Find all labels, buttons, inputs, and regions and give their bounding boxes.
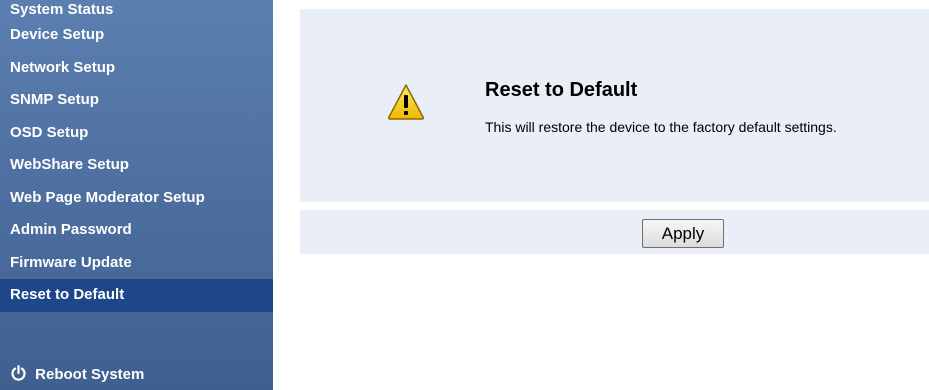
- sidebar-item-label: Firmware Update: [10, 253, 132, 271]
- sidebar-item-webshare-setup[interactable]: WebShare Setup: [0, 149, 273, 182]
- warning-icon: [386, 82, 426, 122]
- reboot-label: Reboot System: [35, 366, 145, 383]
- sidebar-item-device-setup[interactable]: Device Setup: [0, 19, 273, 52]
- page-title: Reset to Default: [485, 79, 638, 101]
- reboot-system-link[interactable]: Reboot System: [10, 362, 144, 388]
- sidebar: System Status Device Setup Network Setup…: [0, 0, 273, 390]
- sidebar-item-firmware-update[interactable]: Firmware Update: [0, 247, 273, 280]
- apply-button[interactable]: Apply: [642, 219, 724, 248]
- sidebar-item-snmp-setup[interactable]: SNMP Setup: [0, 84, 273, 117]
- sidebar-item-label: OSD Setup: [10, 123, 89, 141]
- reset-description: This will restore the device to the fact…: [485, 119, 837, 135]
- sidebar-item-reset-to-default[interactable]: Reset to Default: [0, 279, 273, 312]
- sidebar-item-network-setup[interactable]: Network Setup: [0, 52, 273, 85]
- sidebar-item-label: Web Page Moderator Setup: [10, 188, 205, 206]
- sidebar-item-osd-setup[interactable]: OSD Setup: [0, 117, 273, 150]
- sidebar-item-label: SNMP Setup: [10, 91, 99, 108]
- power-icon: [10, 365, 27, 382]
- sidebar-item-web-page-moderator-setup[interactable]: Web Page Moderator Setup: [0, 182, 273, 215]
- apply-bar: Apply: [300, 210, 929, 254]
- sidebar-nav: System Status Device Setup Network Setup…: [0, 0, 273, 312]
- sidebar-item-label: WebShare Setup: [10, 156, 129, 173]
- sidebar-item-label: Network Setup: [10, 58, 116, 76]
- sidebar-item-label: Reset to Default: [10, 286, 125, 303]
- reset-message-panel: Reset to Default This will restore the d…: [300, 9, 929, 202]
- sidebar-item-label: System Status: [10, 1, 114, 18]
- sidebar-item-label: Device Setup: [10, 26, 105, 43]
- sidebar-item-label: Admin Password: [10, 221, 132, 238]
- sidebar-item-admin-password[interactable]: Admin Password: [0, 214, 273, 247]
- page: System Status Device Setup Network Setup…: [0, 0, 929, 390]
- sidebar-item-system-status[interactable]: System Status: [0, 0, 273, 19]
